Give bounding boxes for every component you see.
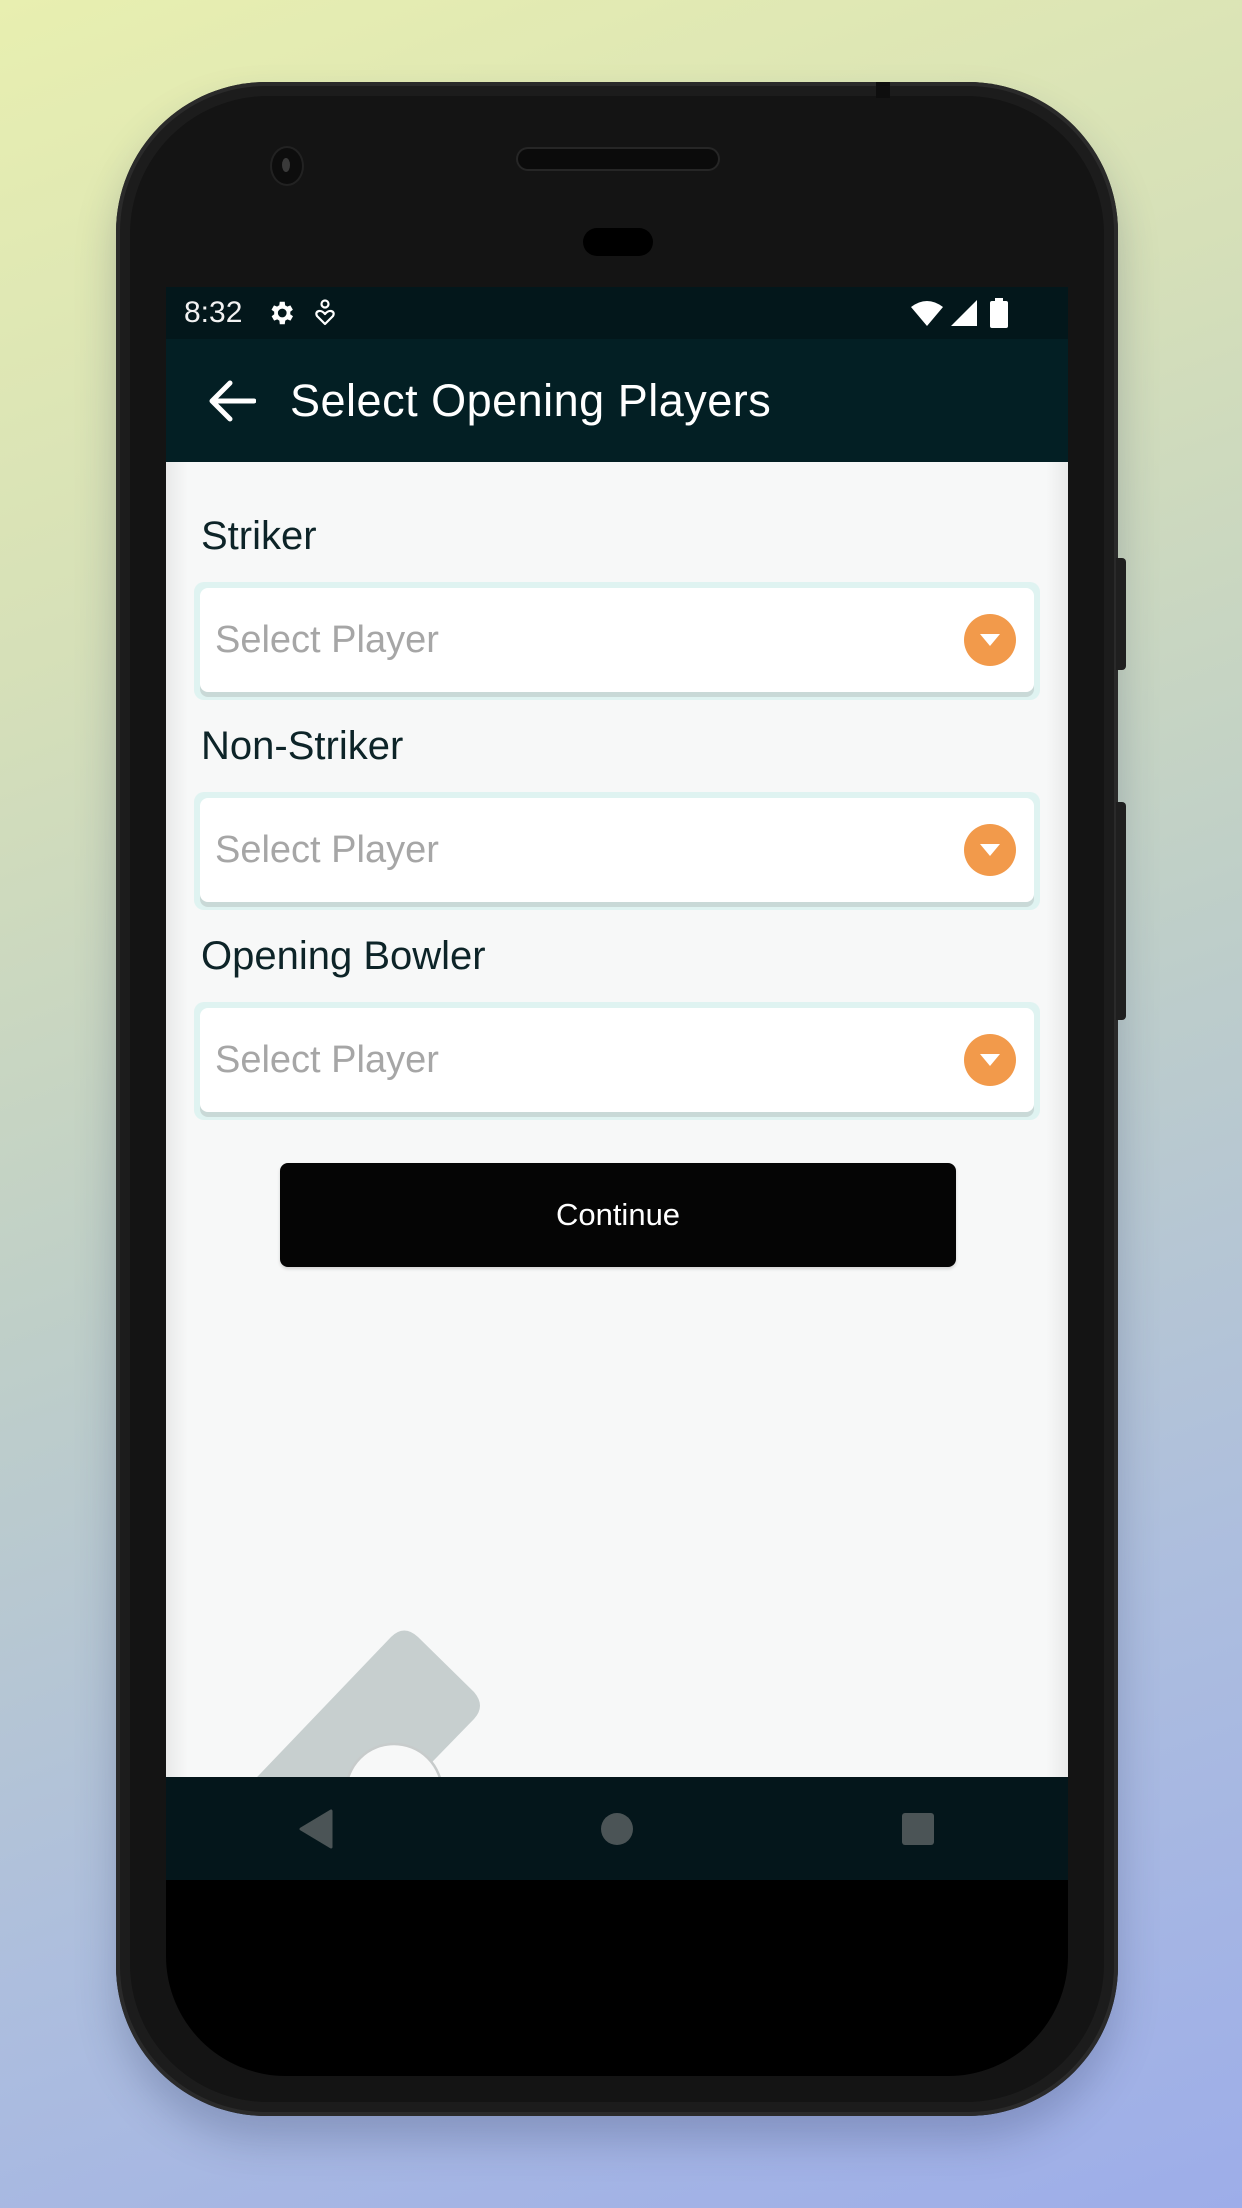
nav-back-button[interactable]: [286, 1799, 346, 1859]
striker-label: Striker: [201, 514, 317, 558]
non-striker-select[interactable]: Select Player: [194, 792, 1040, 910]
battery-icon: [990, 298, 1008, 328]
wifi-icon: [910, 299, 944, 327]
striker-select[interactable]: Select Player: [194, 582, 1040, 700]
front-camera: [272, 148, 302, 184]
opening-bowler-label: Opening Bowler: [201, 934, 486, 978]
non-striker-placeholder: Select Player: [215, 828, 439, 871]
app-bar: Select Opening Players: [166, 339, 1068, 462]
non-striker-label: Non-Striker: [201, 724, 404, 768]
device-screen: 8:32 Select Opening Players Striker Sele…: [166, 287, 1068, 1880]
phone-chin: [166, 1862, 1068, 2076]
accessibility-icon: [314, 299, 336, 327]
volume-button: [1116, 802, 1126, 1020]
continue-button[interactable]: Continue: [280, 1163, 956, 1267]
striker-placeholder: Select Player: [215, 618, 439, 661]
status-time: 8:32: [184, 296, 243, 329]
status-bar: 8:32: [166, 287, 1068, 339]
cellular-signal-icon: [950, 299, 978, 327]
proximity-sensor: [583, 228, 653, 256]
nav-home-button[interactable]: [587, 1799, 647, 1859]
opening-bowler-placeholder: Select Player: [215, 1038, 439, 1081]
earpiece-speaker: [518, 149, 718, 169]
opening-bowler-select-box[interactable]: Select Player: [200, 1008, 1034, 1112]
system-nav-bar: [166, 1777, 1068, 1880]
recents-square-icon: [901, 1812, 934, 1845]
chevron-down-icon[interactable]: [964, 1034, 1016, 1086]
striker-select-box[interactable]: Select Player: [200, 588, 1034, 692]
non-striker-select-box[interactable]: Select Player: [200, 798, 1034, 902]
phone-top-seam: [876, 82, 890, 98]
power-button: [1116, 558, 1126, 670]
back-button[interactable]: [202, 371, 262, 431]
form-content: Striker Select Player Non-Striker Select…: [166, 462, 1068, 1880]
gear-icon: [266, 298, 296, 328]
chevron-down-icon[interactable]: [964, 824, 1016, 876]
home-circle-icon: [600, 1812, 633, 1845]
nav-recents-button[interactable]: [888, 1799, 948, 1859]
arrow-left-icon: [209, 380, 256, 421]
chevron-down-icon[interactable]: [964, 614, 1016, 666]
page-title: Select Opening Players: [290, 374, 772, 426]
opening-bowler-select[interactable]: Select Player: [194, 1002, 1040, 1120]
back-triangle-icon: [299, 1809, 333, 1848]
